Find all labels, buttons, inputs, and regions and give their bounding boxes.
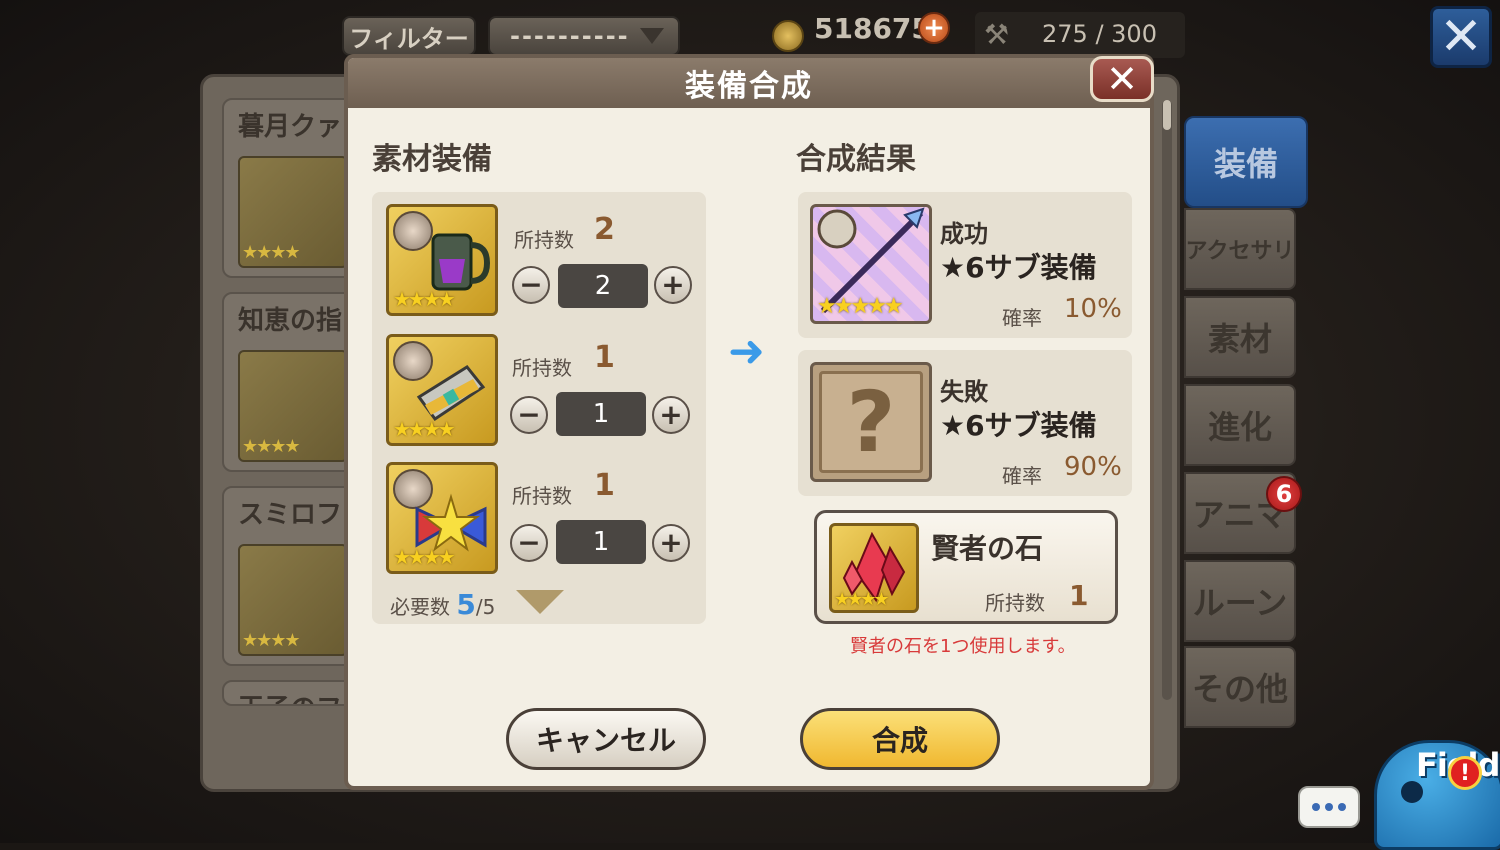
- dropdown-value: ----------: [510, 22, 630, 50]
- sage-stone-name: 賢者の石: [931, 532, 1044, 565]
- required-current: 5: [456, 588, 476, 621]
- material-item-image[interactable]: ★★★★: [386, 204, 498, 316]
- filter-button[interactable]: フィルター: [342, 16, 476, 56]
- coin-count: 518675: [814, 12, 931, 45]
- quantity-field[interactable]: 1: [556, 520, 646, 564]
- materials-panel: ★★★★ 所持数 2 − 2 + ★★★★ 所持数 1 − 1 + ★★★★ 所…: [372, 192, 706, 624]
- question-mark-icon: ?: [819, 371, 923, 473]
- required-total: /5: [475, 595, 496, 619]
- star-rating-icon: ★★★★: [393, 417, 456, 441]
- list-item-title: 知恵の指: [238, 306, 343, 336]
- filter-dropdown[interactable]: ----------: [488, 16, 680, 56]
- failure-result: ? 失敗 ★6サブ装備 確率 90%: [798, 350, 1132, 496]
- combine-button[interactable]: 合成: [800, 708, 1000, 770]
- owned-label: 所持数: [512, 356, 572, 380]
- dialog-close-button[interactable]: ✕: [1090, 56, 1154, 102]
- combine-dialog: 装備合成 素材装備 合成結果 ★★★★ 所持数 2 − 2 + ★★★★ 所持数…: [344, 54, 1154, 790]
- sage-stone-note: 賢者の石を1つ使用します。: [850, 636, 1076, 657]
- owned-label: 所持数: [985, 591, 1045, 615]
- probability-label: 確率: [1002, 464, 1042, 488]
- star-rating-icon: ★★★★★: [817, 294, 904, 319]
- sage-stone-toggle[interactable]: ★★★★ 賢者の石 所持数 1: [814, 510, 1118, 624]
- dialog-title: 装備合成: [348, 58, 1150, 108]
- required-count: 必要数 5/5: [390, 588, 495, 621]
- arrow-right-icon: ➜: [728, 326, 765, 377]
- star-rating-icon: ★★★★: [393, 545, 456, 569]
- star-rating-icon: ★★★★: [393, 287, 456, 311]
- probability-label: 確率: [1002, 306, 1042, 330]
- cancel-button[interactable]: キャンセル: [506, 708, 706, 770]
- increase-button[interactable]: +: [652, 396, 690, 434]
- unknown-item-image: ?: [810, 362, 932, 482]
- owned-label: 所持数: [514, 228, 574, 252]
- failure-probability: 90%: [1064, 452, 1122, 482]
- success-label: 成功: [940, 220, 988, 248]
- sage-stone-image: ★★★★: [829, 523, 919, 613]
- list-item[interactable]: 暮月クァ ★★★★: [222, 98, 362, 278]
- decrease-button[interactable]: −: [510, 524, 548, 562]
- scrollbar[interactable]: [1162, 100, 1172, 700]
- failure-label: 失敗: [940, 378, 988, 406]
- decrease-button[interactable]: −: [510, 396, 548, 434]
- chat-dot-icon: [1338, 803, 1346, 811]
- quantity-field[interactable]: 1: [556, 392, 646, 436]
- required-label: 必要数: [390, 595, 450, 619]
- owned-count: 2: [594, 212, 615, 247]
- material-item-image[interactable]: ★★★★: [386, 334, 498, 446]
- owned-count: 1: [594, 468, 615, 503]
- add-coins-button[interactable]: +: [918, 12, 950, 44]
- materials-header: 素材装備: [372, 142, 492, 177]
- tab-equipment[interactable]: 装備: [1184, 116, 1308, 208]
- material-item-image[interactable]: ★★★★: [386, 462, 498, 574]
- list-item[interactable]: 王子のフ: [222, 680, 362, 706]
- success-result: ★★★★★ 成功 ★6サブ装備 確率 10%: [798, 192, 1132, 338]
- failure-item-name: ★6サブ装備: [940, 409, 1097, 442]
- quantity-field[interactable]: 2: [558, 264, 648, 308]
- mascot-eye-icon: [1401, 781, 1423, 803]
- list-item-title: スミロフ: [238, 500, 343, 530]
- result-header: 合成結果: [796, 142, 916, 177]
- list-item-title: 暮月クァ: [238, 112, 343, 142]
- list-item[interactable]: 知恵の指 ★★★★: [222, 292, 362, 472]
- axe-icon: ⚒: [984, 18, 1010, 51]
- increase-button[interactable]: +: [654, 266, 692, 304]
- star-rating-icon: ★★★★: [242, 436, 301, 457]
- chevron-down-icon[interactable]: [516, 590, 564, 614]
- list-item-title: 王子のフ: [238, 688, 342, 704]
- star-rating-icon: ★★★★: [834, 589, 890, 610]
- chat-dot-icon: [1325, 803, 1333, 811]
- capacity-count: 275 / 300: [1042, 20, 1157, 48]
- close-screen-button[interactable]: ✕: [1430, 6, 1492, 68]
- tab-other[interactable]: その他: [1184, 646, 1296, 728]
- chat-button[interactable]: [1298, 786, 1360, 828]
- star-rating-icon: ★★★★: [242, 242, 301, 263]
- notification-badge: 6: [1266, 476, 1302, 512]
- tab-rune[interactable]: ルーン: [1184, 560, 1296, 642]
- list-item[interactable]: スミロフ ★★★★: [222, 486, 362, 666]
- scrollbar-thumb[interactable]: [1163, 100, 1171, 130]
- tab-materials[interactable]: 素材: [1184, 296, 1296, 378]
- chevron-down-icon: [640, 28, 664, 44]
- success-probability: 10%: [1064, 294, 1122, 324]
- tab-evolution[interactable]: 進化: [1184, 384, 1296, 466]
- alert-icon: !: [1448, 756, 1482, 790]
- decrease-button[interactable]: −: [512, 266, 550, 304]
- star-rating-icon: ★★★★: [242, 630, 301, 651]
- mug-icon: [431, 233, 491, 291]
- success-item-name: ★6サブ装備: [940, 251, 1097, 284]
- increase-button[interactable]: +: [652, 524, 690, 562]
- coin-icon: [772, 20, 804, 52]
- owned-count: 1: [594, 340, 615, 375]
- chat-dot-icon: [1312, 803, 1320, 811]
- tab-accessory[interactable]: アクセサリ: [1184, 208, 1296, 290]
- owned-label: 所持数: [512, 484, 572, 508]
- result-item-image: ★★★★★: [810, 204, 932, 324]
- sage-stone-owned: 1: [1069, 579, 1089, 612]
